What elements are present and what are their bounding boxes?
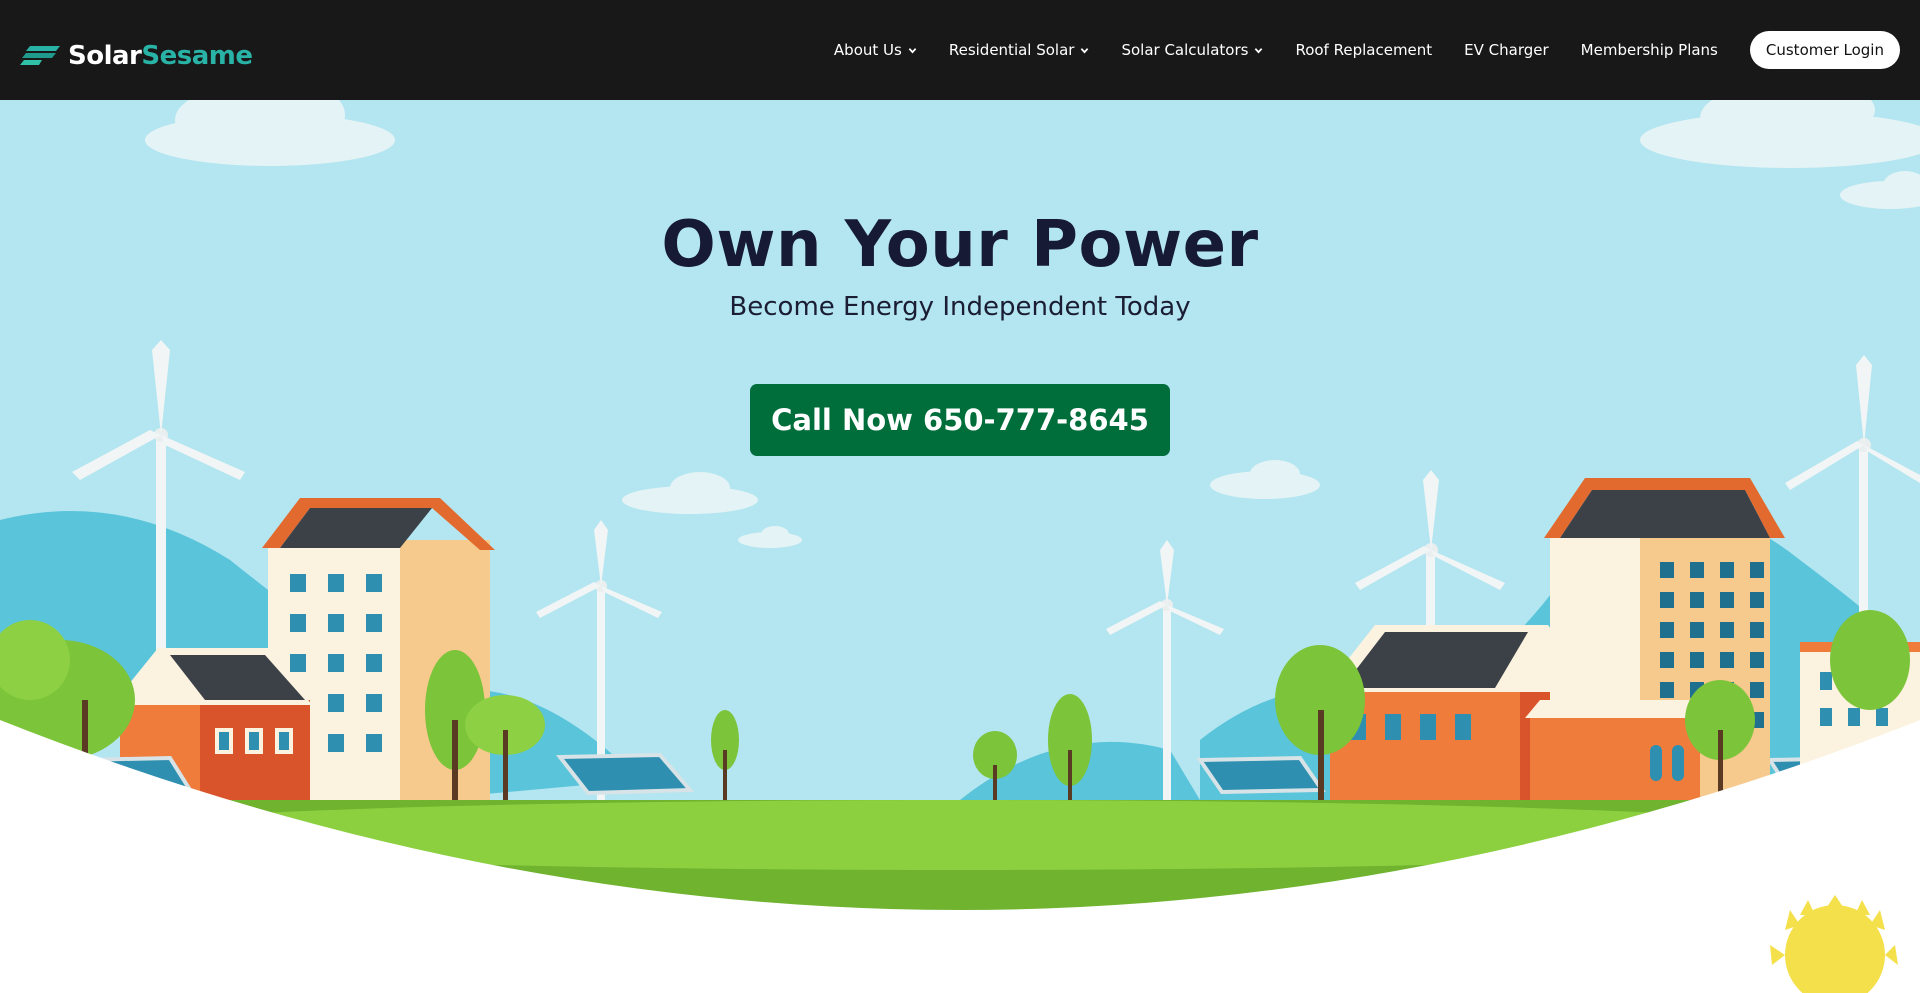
nav-item-ev-charger[interactable]: EV Charger (1464, 41, 1549, 59)
site-logo[interactable]: SolarSesame (20, 36, 253, 76)
call-now-button[interactable]: Call Now 650-777-8645 (750, 384, 1170, 456)
hero-section: Own Your Power Become Energy Independent… (0, 100, 1920, 993)
chevron-down-icon (1255, 47, 1263, 53)
nav-item-label: Roof Replacement (1295, 41, 1433, 59)
apartment-building-icon (1525, 478, 1785, 810)
nav-item-solar-calculators[interactable]: Solar Calculators (1121, 41, 1263, 59)
nav-item-roof-replacement[interactable]: Roof Replacement (1295, 41, 1432, 59)
hero-title: Own Your Power (661, 208, 1259, 282)
nav-item-label: About Us (833, 41, 902, 59)
chevron-down-icon (908, 47, 917, 53)
nav-item-about-us[interactable]: About Us (834, 41, 917, 59)
hero-subtitle: Become Energy Independent Today (729, 292, 1191, 322)
solar-panel-stripes-icon (20, 46, 60, 65)
nav-item-membership-plans[interactable]: Membership Plans (1581, 41, 1718, 59)
main-nav: About Us Residential Solar Solar Calcula… (834, 0, 1900, 100)
logo-word-sesame: Sesame (141, 41, 253, 71)
nav-item-residential-solar[interactable]: Residential Solar (949, 41, 1090, 59)
nav-item-label: EV Charger (1464, 41, 1549, 59)
chevron-down-icon (1081, 47, 1089, 53)
customer-login-button[interactable]: Customer Login (1749, 31, 1900, 69)
nav-item-label: Residential Solar (948, 41, 1075, 59)
site-header: SolarSesame About Us Residential Solar S… (0, 0, 1920, 101)
nav-item-label: Solar Calculators (1121, 41, 1249, 59)
nav-item-label: Membership Plans (1580, 41, 1718, 59)
logo-wordmark: SolarSesame (68, 41, 253, 71)
logo-word-solar: Solar (68, 41, 142, 71)
